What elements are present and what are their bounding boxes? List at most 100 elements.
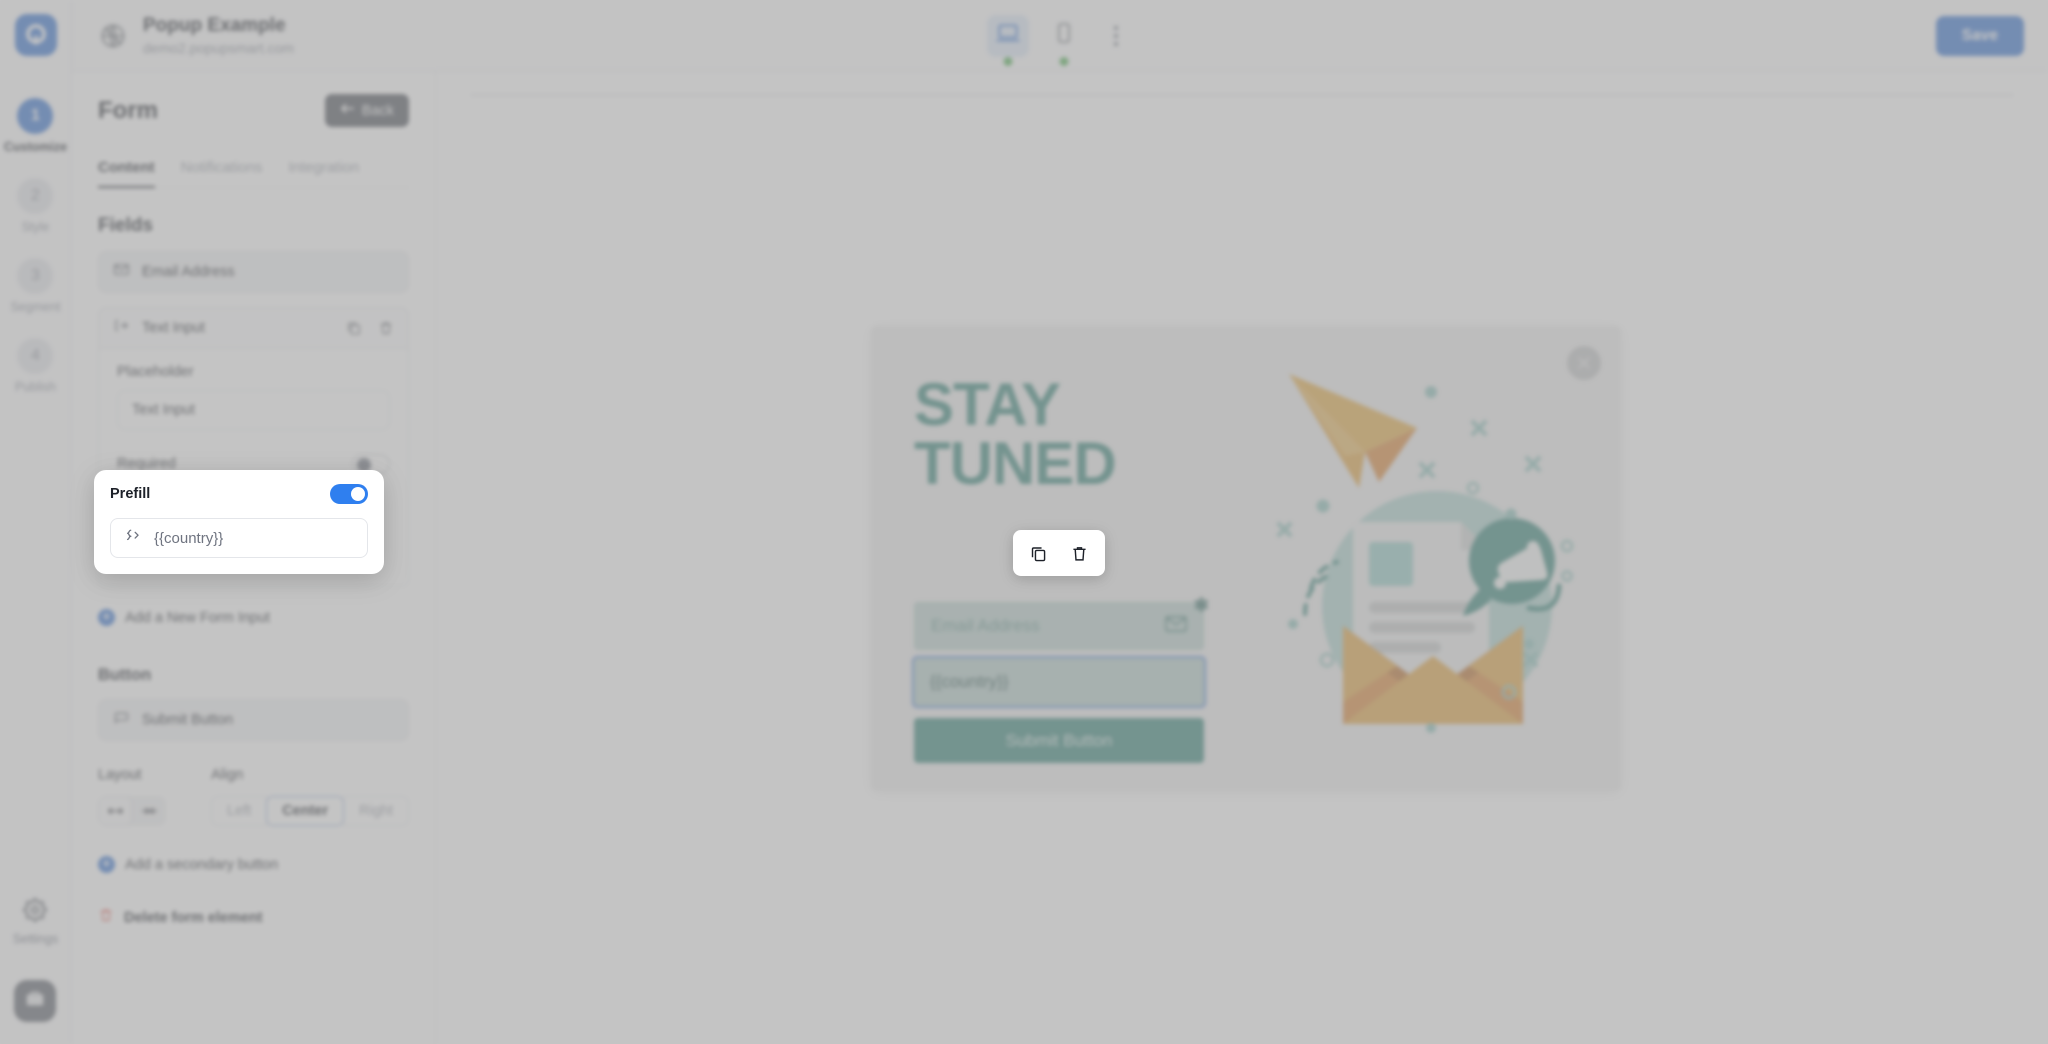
field-row-submit-button[interactable]: Submit Button <box>98 699 409 741</box>
header-titles: Popup Example demo2.popupsmart.com <box>143 15 294 57</box>
preview-email-field[interactable]: Email Address ✻ <box>914 595 1209 650</box>
code-braces-icon <box>124 527 142 550</box>
delete-form-element-label: Delete form element <box>124 909 263 926</box>
avatar[interactable] <box>14 980 57 1022</box>
popup-preview: STAY TUNED Email Address ✻ {{country}} S… <box>871 326 1621 791</box>
tab-notifications[interactable]: Notifications <box>181 159 263 187</box>
briefcase-icon <box>24 988 46 1015</box>
preview-email-placeholder: Email Address <box>931 616 1040 635</box>
add-new-form-input-label: Add a New Form Input <box>125 609 271 626</box>
step-label: Style <box>21 220 50 234</box>
align-center-option[interactable]: Center <box>266 796 345 826</box>
placeholder-input[interactable] <box>117 390 390 430</box>
device-desktop-button[interactable] <box>987 14 1029 66</box>
text-input-icon <box>113 317 130 339</box>
envelope-icon <box>113 261 130 283</box>
panel-header: Form Back <box>98 94 409 127</box>
fit-content-icon[interactable] <box>132 796 166 826</box>
trash-icon[interactable] <box>1070 544 1089 563</box>
sidebar-step-segment[interactable]: 3 Segment <box>10 258 61 314</box>
required-asterisk: ✻ <box>1193 595 1209 615</box>
tab-content[interactable]: Content <box>98 159 155 188</box>
globe-slash-icon <box>96 19 130 53</box>
placeholder-label: Placeholder <box>117 364 194 380</box>
prefill-token-value: {{country}} <box>154 529 224 547</box>
field-label: Submit Button <box>142 712 234 728</box>
layout-group: Layout <box>98 767 211 826</box>
left-rail: 1 Customize 2 Style 3 Segment 4 Publish <box>0 0 72 1044</box>
prefill-popover: Prefill {{country}} <box>94 470 384 574</box>
copy-icon[interactable] <box>1029 544 1048 563</box>
field-row-text-input[interactable]: Text Input <box>98 307 409 349</box>
layout-label: Layout <box>98 767 142 783</box>
fields-section-title: Fields <box>98 215 153 236</box>
copy-icon[interactable] <box>346 320 362 336</box>
step-label: Customize <box>3 140 68 154</box>
mobile-icon <box>1052 21 1076 50</box>
preview-text-input-value: {{country}} <box>930 672 1009 691</box>
field-label: Email Address <box>142 264 235 280</box>
plus-icon: + <box>98 856 115 873</box>
layout-segmented-control <box>98 796 166 826</box>
rail-bottom: Settings <box>13 898 58 1044</box>
app-root: 1 Customize 2 Style 3 Segment 4 Publish <box>0 0 2048 1044</box>
step-number: 1 <box>17 98 54 134</box>
prefill-label: Prefill <box>110 486 151 502</box>
top-header: Popup Example demo2.popupsmart.com Save <box>72 0 2048 72</box>
device-switcher <box>987 14 1133 66</box>
page-title: Popup Example <box>143 14 286 36</box>
step-number: 3 <box>17 258 54 294</box>
popup-headline-line2: TUNED <box>914 429 1117 497</box>
save-button[interactable]: Save <box>1935 15 2024 56</box>
trash-icon[interactable] <box>378 320 394 336</box>
button-icon <box>113 709 130 731</box>
align-left-option[interactable]: Left <box>211 796 268 826</box>
sidebar-step-publish[interactable]: 4 Publish <box>15 338 56 394</box>
tab-integration[interactable]: Integration <box>288 159 359 187</box>
step-number: 2 <box>17 178 54 214</box>
button-section-title: Button <box>98 666 152 684</box>
trash-icon <box>98 907 114 928</box>
plus-icon: + <box>98 609 115 626</box>
kebab-menu-icon[interactable] <box>1099 15 1133 57</box>
envelope-icon <box>1165 615 1187 638</box>
stretch-width-icon[interactable] <box>98 796 132 826</box>
popup-headline-line1: STAY <box>914 371 1061 438</box>
step-list: 1 Customize 2 Style 3 Segment 4 Publish <box>4 98 67 418</box>
preview-submit-button[interactable]: Submit Button <box>914 718 1204 763</box>
prefill-toggle[interactable] <box>330 484 368 504</box>
step-label: Publish <box>14 380 56 394</box>
sidebar-item-settings[interactable]: Settings <box>13 898 58 946</box>
page-domain: demo2.popupsmart.com <box>143 40 294 57</box>
panel-tabs: Content Notifications Integration <box>98 159 409 188</box>
preview-text-input-field[interactable]: {{country}} <box>912 656 1206 708</box>
status-dot-desktop <box>1003 56 1013 66</box>
arrow-left-icon <box>340 102 355 119</box>
preview-canvas-inner <box>470 94 2014 96</box>
field-row-email-address[interactable]: Email Address <box>98 251 409 293</box>
add-new-form-input-button[interactable]: + Add a New Form Input <box>98 609 409 626</box>
desktop-icon <box>995 20 1021 51</box>
layout-align-row: Layout Align Left Center Right <box>98 767 409 826</box>
delete-form-element-button[interactable]: Delete form element <box>98 907 409 928</box>
preview-submit-label: Submit Button <box>1005 730 1113 750</box>
panel-title: Form <box>98 96 158 124</box>
status-dot-mobile <box>1059 56 1069 66</box>
prefill-header: Prefill <box>110 484 368 504</box>
align-right-option[interactable]: Right <box>343 796 409 826</box>
prefill-token-field[interactable]: {{country}} <box>110 518 368 558</box>
sidebar-step-customize[interactable]: 1 Customize <box>4 98 67 154</box>
element-hover-toolbar <box>1013 530 1105 576</box>
newsletter-envelope-illustration <box>1267 356 1597 746</box>
align-segmented-control: Left Center Right <box>211 796 409 826</box>
field-label: Text Input <box>142 320 205 336</box>
settings-label: Settings <box>12 932 59 946</box>
device-mobile-button[interactable] <box>1043 15 1085 66</box>
add-secondary-button-label: Add a secondary button <box>125 856 279 873</box>
popupsmart-logo-icon[interactable] <box>14 14 57 56</box>
gear-icon <box>23 898 48 927</box>
add-secondary-button[interactable]: + Add a secondary button <box>98 856 409 873</box>
back-button[interactable]: Back <box>324 94 409 127</box>
align-label: Align <box>211 767 244 783</box>
sidebar-step-style[interactable]: 2 Style <box>17 178 54 234</box>
